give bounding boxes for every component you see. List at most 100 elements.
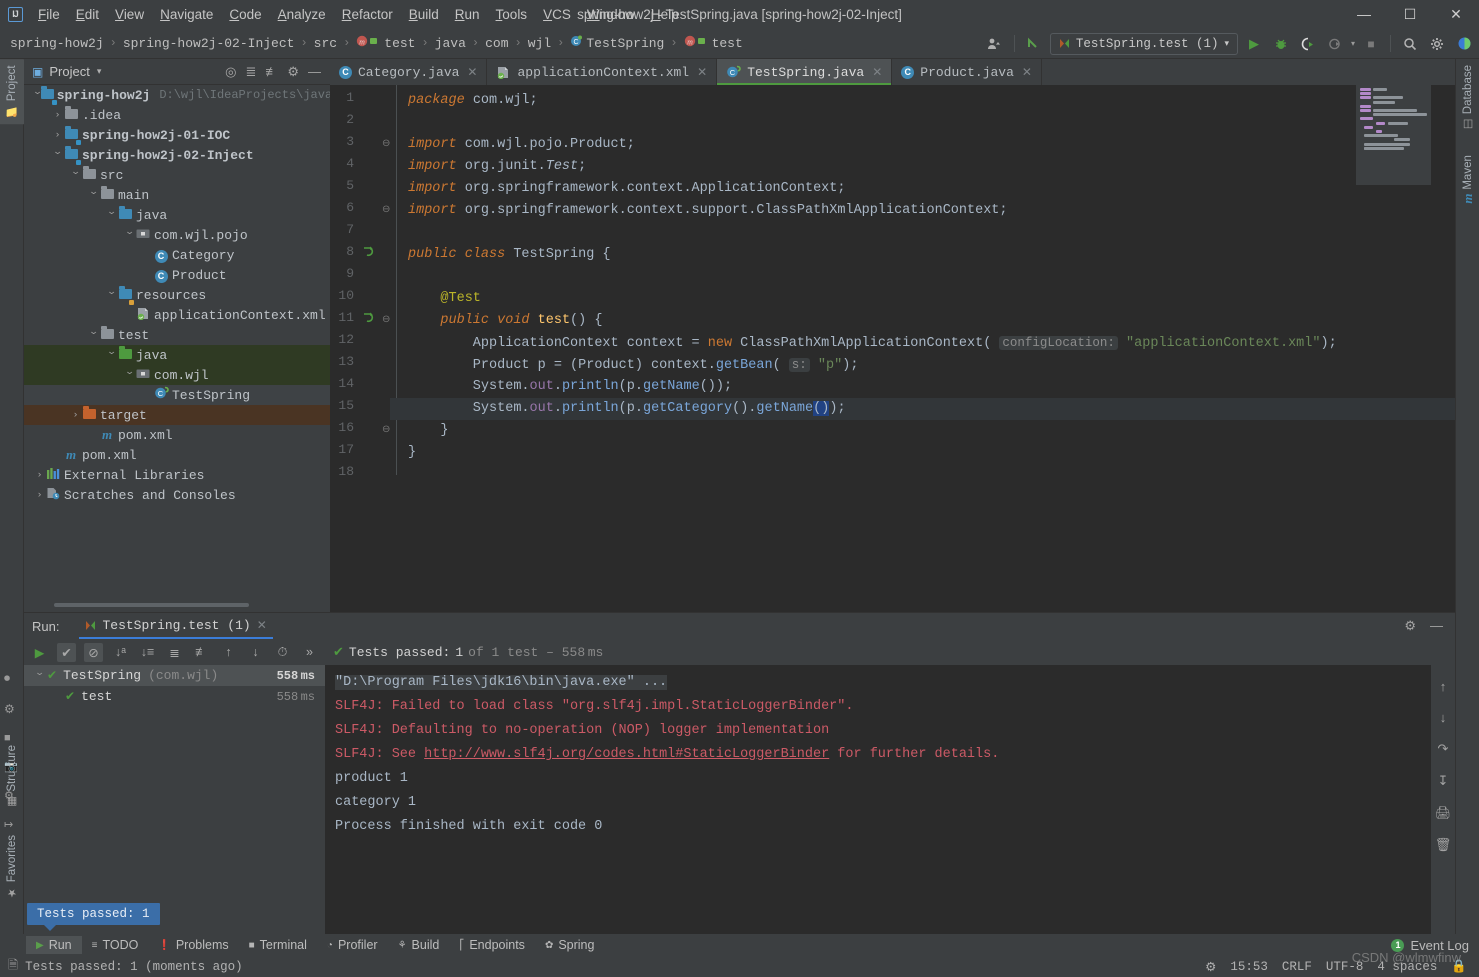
menu-item-edit[interactable]: Edit — [68, 4, 107, 25]
chevron-down-icon[interactable]: ⌄ — [49, 147, 66, 158]
stop-button[interactable]: ■ — [1360, 33, 1382, 55]
chevron-right-icon[interactable]: › — [50, 110, 64, 120]
ide-indicator-icon[interactable]: ⚙ — [1205, 959, 1216, 975]
bottom-tab-run[interactable]: ▶ Run — [26, 936, 82, 954]
run-gutter-icon[interactable] — [362, 246, 374, 261]
code-line[interactable]: System.out.println(p.getName()); — [408, 376, 732, 398]
menu-item-tools[interactable]: Tools — [488, 4, 536, 25]
menu-item-window[interactable]: Window — [579, 4, 643, 25]
code-line[interactable]: import org.springframework.context.Appli… — [408, 178, 845, 200]
user-icon[interactable] — [984, 33, 1006, 55]
chevron-right-icon[interactable]: › — [68, 410, 82, 420]
scroll-down-icon[interactable]: ↓ — [1440, 710, 1447, 725]
search-everywhere-icon[interactable] — [1453, 33, 1475, 55]
tree-node-applicationcontext-xml[interactable]: applicationContext.xml — [24, 305, 330, 325]
chevron-down-icon[interactable]: ⌄ — [67, 167, 84, 178]
sidebar-item-favorites[interactable]: ★ Favorites — [0, 829, 24, 905]
breadcrumb-item-com[interactable]: com — [485, 36, 508, 51]
test-row-test[interactable]: ✔ test 558 ms — [24, 686, 325, 707]
editor-tab-testspring-java[interactable]: C TestSpring.java ✕ — [717, 59, 893, 85]
chevron-down-icon[interactable]: ⌄ — [85, 327, 102, 338]
debug-button[interactable] — [1270, 33, 1292, 55]
camera-side-icon[interactable]: 📷 — [4, 760, 18, 773]
project-tree[interactable]: ⌄ spring-how2j D:\wjl\IdeaProjects\java › .i… — [24, 85, 330, 600]
sort-by-duration-icon[interactable]: ↓≡ — [138, 643, 157, 662]
console-output[interactable]: "D:\Program Files\jdk16\bin\java.exe" ..… — [325, 665, 1455, 935]
menu-bar[interactable]: File Edit View Navigate Code Analyze Refactor B… — [30, 0, 687, 28]
editor-minimap[interactable] — [1356, 85, 1431, 185]
tree-node-com-wjl-pojo[interactable]: ⌄ com.wjl.pojo — [24, 225, 330, 245]
console-link[interactable]: http://www.slf4j.org/codes.html#StaticLo… — [424, 747, 829, 762]
tree-node-spring-how2j-02-inject[interactable]: ⌄ spring-how2j-02-Inject — [24, 145, 330, 165]
tree-node-testspring[interactable]: C TestSpring — [24, 385, 330, 405]
settings-side-icon[interactable]: ⚙ — [4, 789, 18, 802]
code-line[interactable]: import org.springframework.context.suppo… — [408, 200, 1008, 222]
editor-tab-applicationcontext-xml[interactable]: applicationContext.xml ✕ — [487, 59, 718, 85]
bottom-tab-spring[interactable]: ✿ Spring — [535, 936, 605, 954]
menu-item-file[interactable]: File — [30, 4, 68, 25]
status-line-separator[interactable]: CRLF — [1282, 960, 1312, 974]
tree-node--idea[interactable]: › .idea — [24, 105, 330, 125]
print-icon[interactable]: 🖨 — [1435, 805, 1452, 821]
code-line[interactable]: } — [408, 420, 448, 442]
run-button[interactable]: ▶ — [1243, 33, 1265, 55]
breadcrumb-item-testspring[interactable]: TestSpring — [586, 36, 664, 51]
code-text-area[interactable]: package com.wjl; import com.wjl.pojo.Prod… — [390, 85, 1455, 612]
menu-item-view[interactable]: View — [107, 4, 152, 25]
more-actions-icon[interactable]: » — [300, 643, 319, 662]
run-toolbar-strip[interactable]: ▶ ✔ ⊘ ↓ᵃ ↓≡ ≣ ≢ ↑ ↓ ⏱ » ✔ Tests passed: … — [24, 639, 1455, 665]
tree-node-main[interactable]: ⌄ main — [24, 185, 330, 205]
close-icon[interactable]: ✕ — [697, 65, 707, 80]
chevron-down-icon[interactable]: ⌄ — [103, 347, 120, 358]
tree-node-java[interactable]: ⌄ java — [24, 205, 330, 225]
tree-node-resources[interactable]: ⌄ resources — [24, 285, 330, 305]
breadcrumb-item-spring-how2j[interactable]: spring-how2j — [10, 36, 104, 51]
code-line[interactable]: package com.wjl; — [408, 90, 538, 112]
breadcrumb[interactable]: spring-how2j › spring-how2j-02-Inject › src ›… — [10, 35, 743, 51]
chevron-down-icon[interactable]: ⌄ — [85, 187, 102, 198]
close-icon[interactable]: ✕ — [257, 618, 267, 633]
chevron-right-icon[interactable]: › — [32, 470, 46, 480]
expand-all-icon[interactable]: ≣ — [165, 643, 184, 662]
run-with-coverage-button[interactable] — [1297, 33, 1319, 55]
tree-node-java[interactable]: ⌄ java — [24, 345, 330, 365]
test-results-tree[interactable]: ⌄ ✔ TestSpring (com.wjl) 558 ms ✔ test 558 ms — [24, 665, 325, 935]
breadcrumb-item-wjl[interactable]: wjl — [528, 36, 551, 51]
bottom-tab-endpoints[interactable]: ⎡ Endpoints — [449, 936, 535, 954]
bottom-tab-todo[interactable]: ≡ TODO — [82, 936, 149, 954]
expand-all-icon[interactable]: ≣ — [245, 64, 256, 80]
tree-node-scratches-and-consoles[interactable]: › Scratches and Consoles — [24, 485, 330, 505]
bottom-tab-build[interactable]: ⚘ Build — [388, 936, 450, 954]
menu-item-navigate[interactable]: Navigate — [152, 4, 221, 25]
scroll-up-icon[interactable]: ↑ — [1440, 679, 1447, 694]
code-line[interactable]: public class TestSpring { — [408, 244, 611, 266]
history-icon[interactable]: ⏱ — [273, 643, 292, 662]
tree-node-external-libraries[interactable]: › External Libraries — [24, 465, 330, 485]
hide-icon[interactable]: — — [308, 64, 321, 79]
prev-failed-icon[interactable]: ↑ — [219, 643, 238, 662]
bottom-tab-terminal[interactable]: ■ Terminal — [239, 936, 317, 954]
rerun-side-icon[interactable]: ⏺ — [4, 671, 18, 686]
code-line[interactable]: ApplicationContext context = new ClassPa… — [408, 332, 1337, 354]
tree-node-com-wjl[interactable]: ⌄ com.wjl — [24, 365, 330, 385]
sidebar-item-database[interactable]: ◫ Database — [1456, 59, 1479, 137]
menu-item-code[interactable]: Code — [221, 4, 269, 25]
breadcrumb-item-src[interactable]: src — [314, 36, 337, 51]
bottom-tab-problems[interactable]: ❗ Problems — [148, 936, 238, 954]
menu-item-help[interactable]: Help — [643, 4, 687, 25]
chevron-down-icon[interactable]: ⌄ — [121, 367, 138, 378]
code-line[interactable]: @Test — [408, 288, 481, 310]
sidebar-item-project[interactable]: 📁 Project — [0, 59, 24, 125]
chevron-down-icon[interactable]: ⌄ — [31, 667, 48, 678]
rerun-icon[interactable]: ▶ — [30, 643, 49, 662]
gear-icon[interactable]: ⚙ — [287, 64, 299, 80]
editor-tab-bar[interactable]: C Category.java ✕ applicationContext.xml ✕ C T… — [330, 59, 1455, 85]
clear-all-icon[interactable]: 🗑 — [1435, 837, 1452, 853]
code-editor[interactable]: 1 2 3 4 5 6 7 8 9 10 11 12 13 14 15 16 17 18 ⊖ ⊖ ⊖ ⊖ package … — [330, 85, 1455, 612]
run-tab[interactable]: TestSpring.test (1) ✕ — [79, 613, 273, 639]
code-line[interactable]: public void test() { — [408, 310, 602, 332]
editor-tab-category-java[interactable]: C Category.java ✕ — [330, 59, 488, 85]
menu-item-run[interactable]: Run — [447, 4, 488, 25]
profile-button[interactable] — [1324, 33, 1346, 55]
minimize-button[interactable]: — — [1341, 0, 1387, 28]
